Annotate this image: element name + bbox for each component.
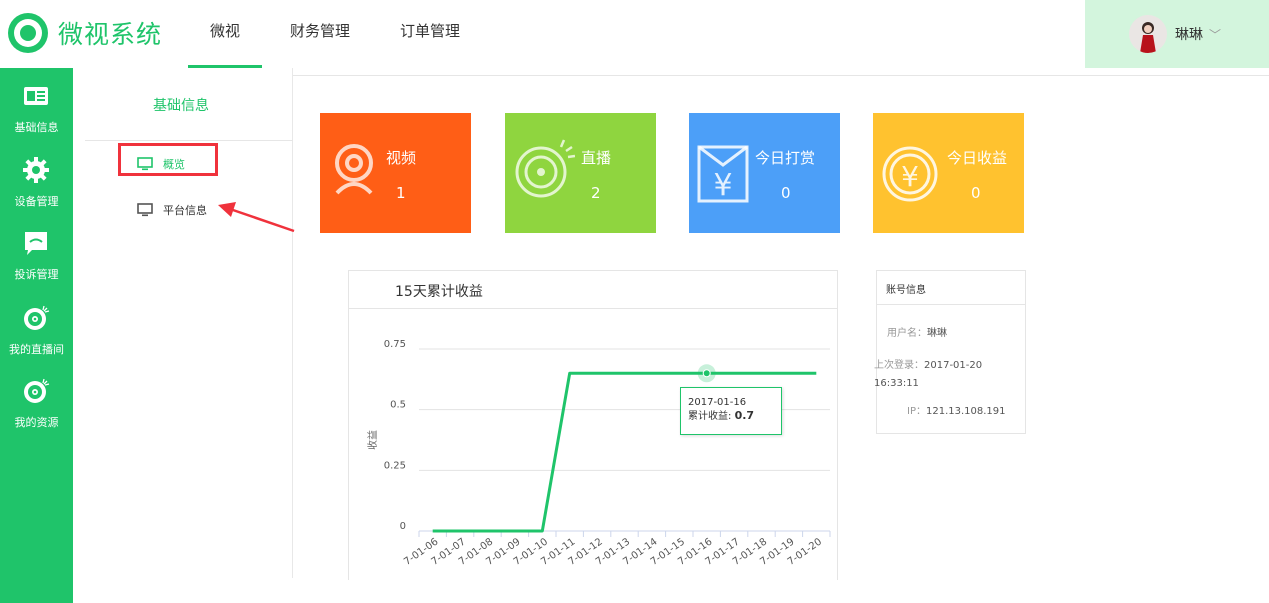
account-ip-row: IP：121.13.108.191 [907,402,1006,417]
account-title: 账号信息 [886,285,926,296]
y-tick-label: 0 [400,521,406,532]
user-name: 琳琳 [1175,27,1203,43]
tile-label: 视频 [386,149,417,167]
sidebar-item-label: 投诉管理 [14,268,59,281]
sidebar-item-label: 我的资源 [14,416,59,429]
tile-today-income[interactable]: ¥ 今日收益 0 [873,113,1024,233]
submenu-item-platform-info[interactable]: 平台信息 [137,199,207,221]
user-menu[interactable]: 琳琳 ﹀ [1085,0,1269,68]
sidebar-item-label: 设备管理 [14,195,59,208]
account-username-row: 用户名：琳琳 [887,324,947,339]
disc-icon [24,305,50,330]
account-panel: 账号信息 用户名：琳琳 上次登录：2017-01-20 16:33:11 IP：… [874,270,1026,434]
divider [293,75,1269,76]
tile-video[interactable]: 视频 1 [320,113,471,233]
sidebar-item-label: 基础信息 [14,121,59,134]
y-tick-label: 0.75 [384,339,406,350]
tooltip-label: 累计收益: [688,411,735,422]
svg-text:¥: ¥ [901,160,919,193]
divider [85,140,293,141]
disc-icon [515,139,575,198]
sidebar-item-devices[interactable]: 设备管理 [0,148,73,212]
chart-tooltip: 2017-01-16 累计收益: 0.7 [680,387,782,435]
tile-value: 0 [971,184,981,202]
eye-logo-icon [8,13,48,53]
avatar [1129,15,1167,53]
app-logo[interactable]: 微视系统 [6,11,162,55]
top-nav: 微视 财务管理 订单管理 [188,0,482,68]
hover-point [702,369,711,378]
sidebar-item-basic-info[interactable]: 基础信息 [0,74,73,138]
account-ip: 121.13.108.191 [925,406,1006,417]
app-title: 微视系统 [58,20,163,49]
submenu-item-label: 平台信息 [163,204,207,217]
yen-envelope-icon: ¥ [697,145,749,203]
tile-today-reward[interactable]: ¥ 今日打赏 0 [689,113,840,233]
tile-label: 直播 [581,149,612,167]
y-tick-label: 0.25 [384,460,406,471]
submenu-title: 基础信息 [153,98,209,114]
sidebar-item-label: 我的直播间 [9,343,64,356]
highlight-box [118,143,218,176]
account-last-login-date: 2017-01-20 [924,360,983,371]
sidebar-item-my-resources[interactable]: 我的资源 [0,369,73,433]
y-tick-label: 0.5 [390,400,406,411]
tile-value: 1 [396,184,406,202]
account-last-login-label: 上次登录： [874,360,924,371]
tile-value: 2 [591,184,601,202]
account-ip-label: IP： [907,406,926,417]
sidebar-item-complaints[interactable]: 投诉管理 [0,221,73,285]
tile-label: 今日收益 [947,149,1008,167]
tile-value: 0 [781,184,791,202]
y-axis-label: 收益 [366,430,379,450]
account-last-login-time-row: 16:33:11 [874,378,919,389]
arrow-annotation-icon [218,202,295,233]
tooltip-date: 2017-01-16 [688,397,747,408]
account-last-login-row: 上次登录：2017-01-20 [874,356,982,371]
divider [877,304,1025,305]
monitor-icon [137,203,153,217]
account-username: 琳琳 [927,328,947,339]
account-username-label: 用户名： [887,328,927,339]
topnav-weishi[interactable]: 微视 [188,0,263,68]
camera-icon [335,144,373,195]
left-sidebar: 基础信息 设备管理 投诉管理 我的直播间 我的资源 [0,68,73,603]
chevron-down-icon: ﹀ [1209,27,1222,42]
tooltip-value-row: 累计收益: 0.7 [688,409,781,423]
id-card-icon [24,87,48,105]
svg-text:¥: ¥ [713,168,732,203]
tile-label: 今日打赏 [755,149,816,167]
topnav-orders[interactable]: 订单管理 [378,0,482,68]
disc-icon [24,378,50,403]
yen-coin-icon: ¥ [882,146,938,202]
tooltip-value: 0.7 [734,409,755,422]
account-last-login-time: 16:33:11 [874,378,919,389]
top-header: 微视系统 微视 财务管理 订单管理 琳琳 ﹀ [0,0,1269,68]
chat-icon [25,232,47,255]
topnav-finance[interactable]: 财务管理 [268,0,372,68]
sidebar-item-my-live[interactable]: 我的直播间 [0,296,73,360]
tile-live[interactable]: 直播 2 [505,113,656,233]
gear-icon [23,157,49,183]
